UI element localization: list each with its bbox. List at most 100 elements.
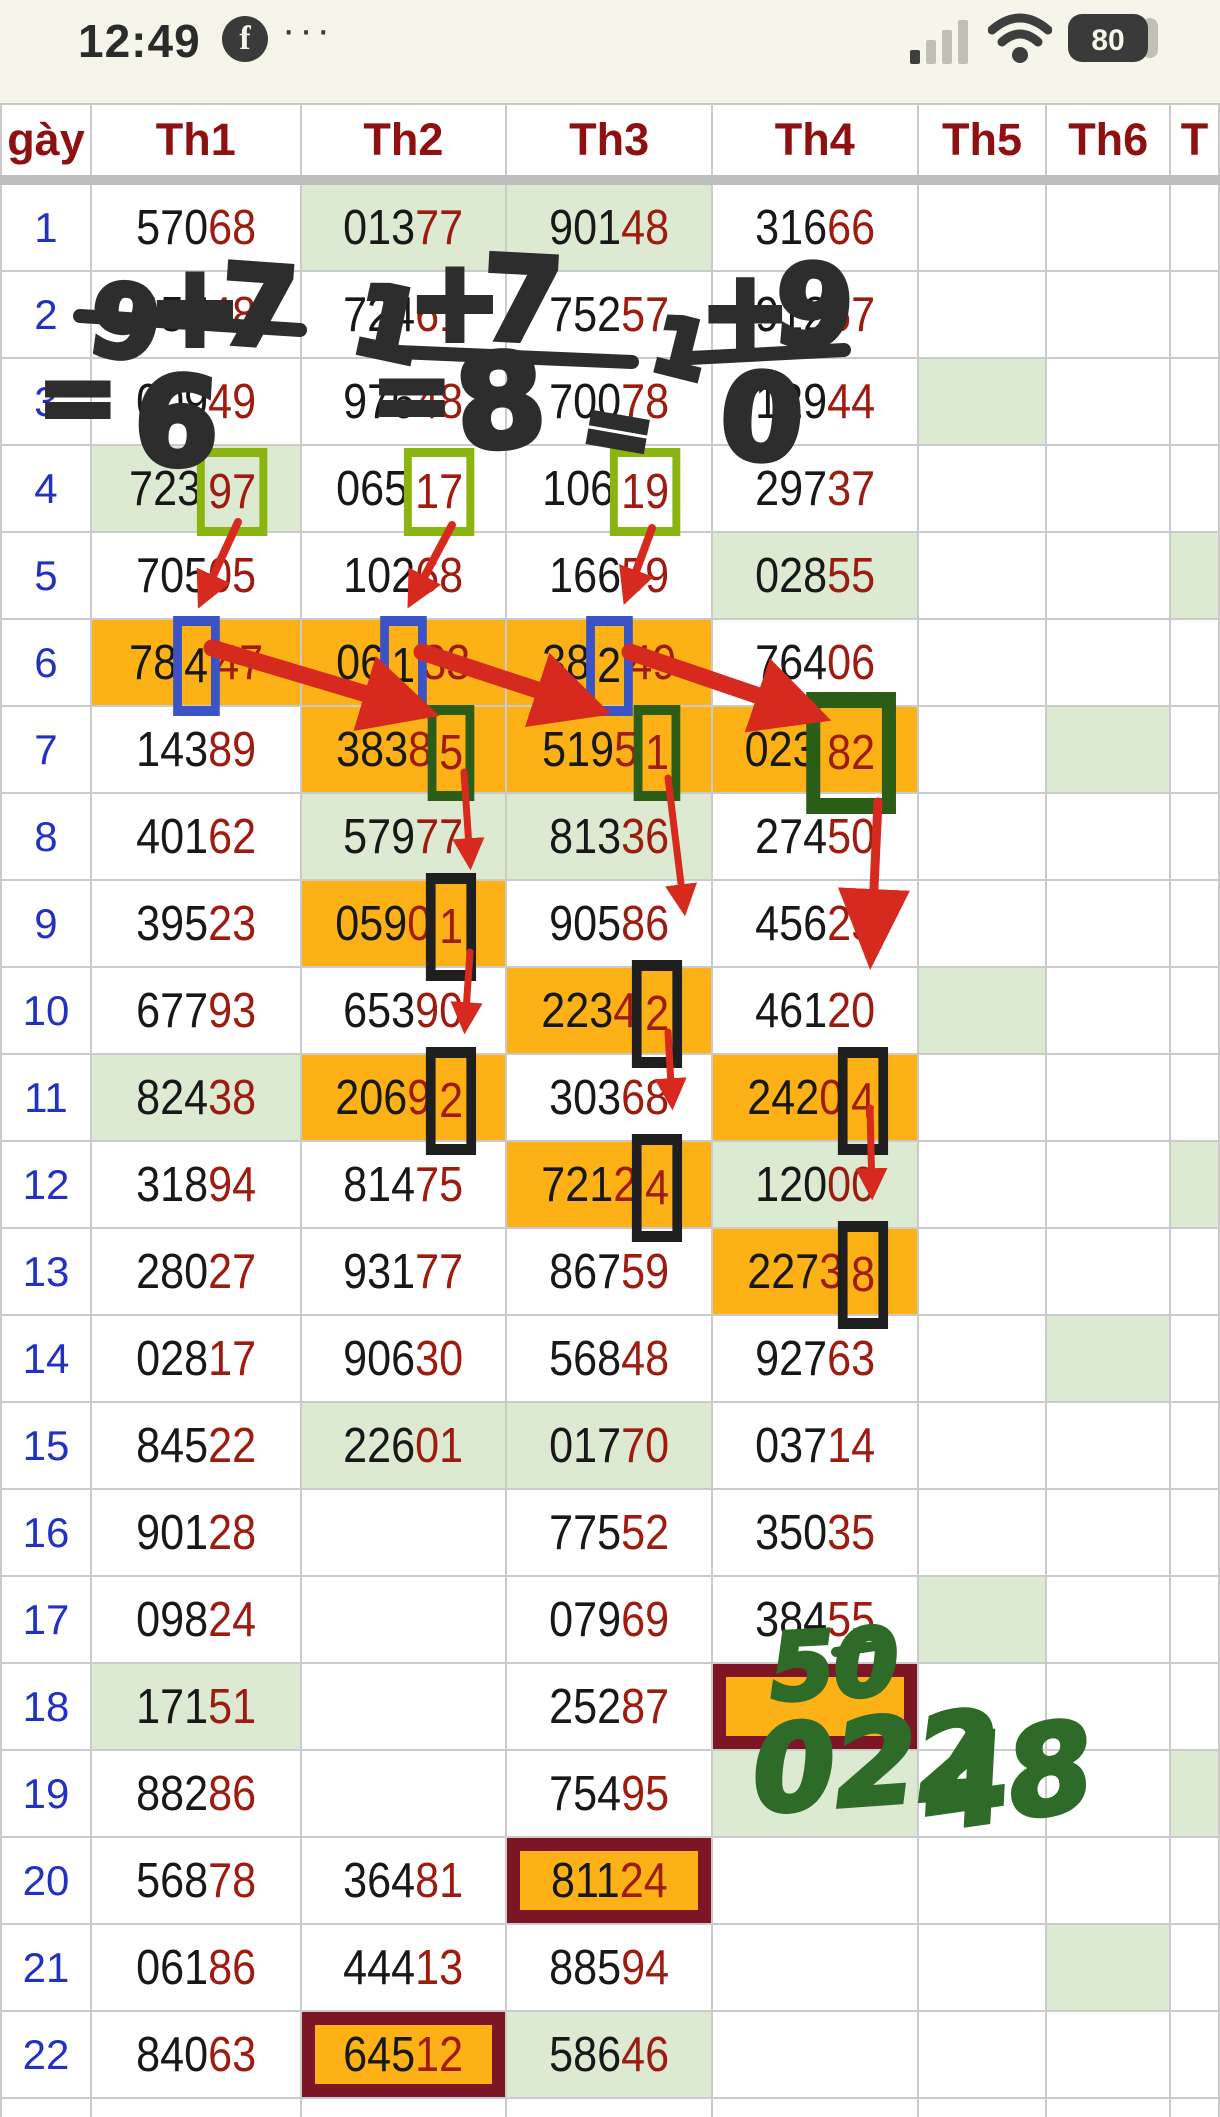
result-cell: 05901 bbox=[301, 880, 507, 967]
day-number: 17 bbox=[1, 1576, 91, 1663]
day-number: 4 bbox=[1, 445, 91, 532]
draw-number: 05901 bbox=[335, 896, 471, 952]
header-th5: Th5 bbox=[918, 104, 1047, 180]
empty-cell bbox=[1170, 706, 1219, 793]
empty-cell bbox=[918, 2098, 1047, 2117]
result-cell: 72397 bbox=[91, 445, 301, 532]
table-row: 472397065171061929737 bbox=[1, 445, 1219, 532]
day-number: 3 bbox=[1, 358, 91, 445]
result-cell: 56878 bbox=[91, 1837, 301, 1924]
result-cell: 14389 bbox=[91, 706, 301, 793]
result-cell: 29737 bbox=[712, 445, 918, 532]
empty-cell bbox=[1046, 180, 1170, 271]
table-row: 16901287755235035 bbox=[1, 1489, 1219, 1576]
draw-number: 45748 bbox=[136, 287, 256, 343]
digit-box-blue: 1 bbox=[380, 616, 427, 716]
draw-number: 84063 bbox=[136, 2027, 256, 2083]
empty-cell bbox=[1046, 1576, 1170, 1663]
digit-box-blk: 8 bbox=[838, 1221, 888, 1329]
draw-number: 56848 bbox=[549, 1331, 669, 1387]
result-cell: 90630 bbox=[301, 1315, 507, 1402]
draw-number: 46120 bbox=[755, 983, 875, 1039]
table-row: 21061864441388594 bbox=[1, 1924, 1219, 2011]
draw-number: 81475 bbox=[343, 1157, 463, 1213]
result-cell: 22601 bbox=[301, 1402, 507, 1489]
lottery-results-table: gàyTh1Th2Th3Th4Th5Th6T 15706801377901483… bbox=[0, 103, 1220, 2117]
empty-cell bbox=[918, 2011, 1047, 2098]
table-row: 939523059019058645625 bbox=[1, 880, 1219, 967]
result-cell bbox=[1046, 706, 1170, 793]
draw-number: 84522 bbox=[136, 1418, 256, 1474]
empty-cell bbox=[918, 445, 1047, 532]
empty-cell bbox=[918, 1315, 1047, 1402]
empty-cell bbox=[918, 1489, 1047, 1576]
header-th2: Th2 bbox=[301, 104, 507, 180]
result-cell: 70505 bbox=[91, 532, 301, 619]
result-cell bbox=[712, 1663, 918, 1750]
result-cell: 31666 bbox=[712, 180, 918, 271]
draw-number: 01377 bbox=[343, 200, 463, 256]
result-cell: 78447 bbox=[91, 619, 301, 706]
result-cell: 45748 bbox=[91, 271, 301, 358]
table-row: 22840636451258646 bbox=[1, 2011, 1219, 2098]
draw-number: 40162 bbox=[136, 809, 256, 865]
draw-number: 35035 bbox=[755, 1505, 875, 1561]
draw-number: 57022 bbox=[136, 2114, 256, 2117]
draw-number: 77552 bbox=[549, 1505, 669, 1561]
empty-cell bbox=[1170, 880, 1219, 967]
empty-cell bbox=[1170, 1315, 1219, 1402]
draw-number: 90148 bbox=[549, 200, 669, 256]
empty-cell bbox=[1046, 2011, 1170, 2098]
maroon-framed-cell: 64512 bbox=[302, 2012, 506, 2097]
digit-box-dgbig: 82 bbox=[806, 692, 896, 814]
result-cell: 77552 bbox=[506, 1489, 712, 1576]
draw-number: 27450 bbox=[755, 809, 875, 865]
empty-cell bbox=[1046, 967, 1170, 1054]
empty-cell bbox=[1046, 1228, 1170, 1315]
facebook-icon: f bbox=[222, 16, 268, 62]
result-cell: 57022 bbox=[91, 2098, 301, 2117]
day-number: 14 bbox=[1, 1315, 91, 1402]
table-row: 181715125287 bbox=[1, 1663, 1219, 1750]
digit-box-blk: 2 bbox=[632, 960, 682, 1068]
maroon-framed-cell: 81124 bbox=[507, 1838, 711, 1923]
empty-cell bbox=[1046, 1663, 1170, 1750]
result-cell: 06186 bbox=[91, 1924, 301, 2011]
draw-number: 25287 bbox=[549, 1679, 669, 1735]
day-number: 8 bbox=[1, 793, 91, 880]
empty-cell bbox=[301, 1489, 507, 1576]
result-cell: 38455 bbox=[712, 1576, 918, 1663]
empty-cell bbox=[918, 1663, 1047, 1750]
empty-cell bbox=[301, 1576, 507, 1663]
result-cell: 84063 bbox=[91, 2011, 301, 2098]
result-cell: 39523 bbox=[91, 880, 301, 967]
empty-cell bbox=[1046, 445, 1170, 532]
draw-number: 06186 bbox=[136, 1940, 256, 1996]
result-cell: 17151 bbox=[91, 1663, 301, 1750]
day-number: 7 bbox=[1, 706, 91, 793]
empty-cell bbox=[918, 1402, 1047, 1489]
empty-cell bbox=[918, 271, 1047, 358]
result-cell: 09824 bbox=[91, 1576, 301, 1663]
draw-number: 88286 bbox=[136, 1766, 256, 1822]
draw-number: 45625 bbox=[755, 896, 875, 952]
result-cell: 02817 bbox=[91, 1315, 301, 1402]
empty-cell bbox=[918, 880, 1047, 967]
empty-cell bbox=[1170, 967, 1219, 1054]
day-number: 11 bbox=[1, 1054, 91, 1141]
result-cell: 01770 bbox=[506, 1402, 712, 1489]
maroon-framed-cell bbox=[713, 1664, 917, 1749]
digit-box-lime: 97 bbox=[196, 448, 267, 536]
digit-box-blk: 2 bbox=[426, 1047, 476, 1155]
empty-cell bbox=[918, 706, 1047, 793]
result-cell: 00949 bbox=[91, 358, 301, 445]
empty-cell bbox=[1046, 619, 1170, 706]
result-cell: 02382 bbox=[712, 706, 918, 793]
empty-cell bbox=[1170, 1837, 1219, 1924]
empty-cell bbox=[1046, 1402, 1170, 1489]
result-cell: 91267 bbox=[712, 271, 918, 358]
draw-number: 81124 bbox=[551, 1853, 668, 1909]
result-cell: 75257 bbox=[506, 271, 712, 358]
result-cell: 36481 bbox=[301, 1837, 507, 1924]
table-row: 1231894814757212412000 bbox=[1, 1141, 1219, 1228]
